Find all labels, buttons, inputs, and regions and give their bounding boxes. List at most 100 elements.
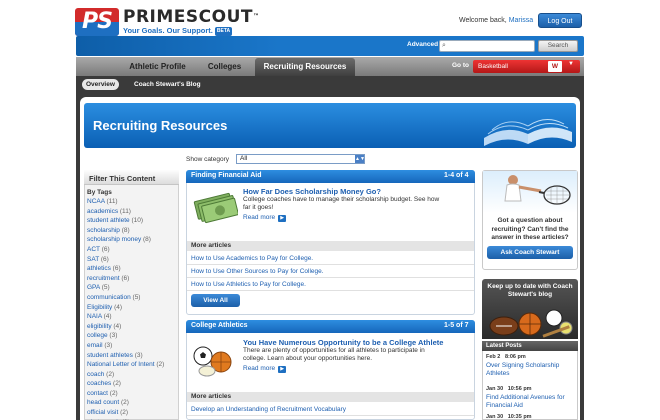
primescout-logo[interactable]: PS PRIMESCOUT™ Your Goals. Our Support. B… xyxy=(75,8,259,36)
select-arrows-icon[interactable]: ▲▼ xyxy=(355,155,365,163)
filter-tag[interactable]: NAIA (4) xyxy=(87,312,177,322)
filter-tag-count: (2) xyxy=(120,409,129,417)
subnav-overview[interactable]: Overview xyxy=(82,79,119,90)
article-link[interactable]: How to Use Other Sources to Pay for Coll… xyxy=(187,265,474,278)
filter-tag-count: (2) xyxy=(120,399,129,407)
search-input[interactable] xyxy=(439,40,535,52)
filter-tag-name[interactable]: Eligibility xyxy=(87,304,112,311)
filter-tag[interactable]: eligibility (4) xyxy=(87,322,177,332)
read-more-link[interactable]: Read more ▶ xyxy=(243,214,287,222)
category-select[interactable]: All xyxy=(236,154,365,164)
filter-tag-name[interactable]: ACT xyxy=(87,246,100,253)
tab-colleges[interactable]: Colleges xyxy=(199,58,250,76)
filter-tag[interactable]: email (3) xyxy=(87,341,177,351)
filter-tag[interactable]: NCAA (11) xyxy=(87,197,177,207)
post-date: Jan 30 10:56 pm xyxy=(486,386,532,392)
filter-tag-name[interactable]: student athletes xyxy=(87,352,133,359)
arrow-right-icon: ▶ xyxy=(278,215,287,222)
filter-title: Filter This Content xyxy=(89,174,156,183)
read-more-link[interactable]: Read more ▶ xyxy=(243,365,287,373)
filter-tag[interactable]: official visit (2) xyxy=(87,408,177,418)
filter-tag[interactable]: student athlete (10) xyxy=(87,216,177,226)
filter-tag-name[interactable]: coach xyxy=(87,371,104,378)
filter-tag[interactable]: coaches (2) xyxy=(87,379,177,389)
filter-tag-count: (2) xyxy=(113,380,121,388)
filter-tag[interactable]: college (3) xyxy=(87,331,177,341)
goto-label: Go to xyxy=(452,62,469,69)
filter-tag-count: (5) xyxy=(132,293,141,301)
search-button[interactable]: Search xyxy=(538,40,578,52)
filter-tag-count: (4) xyxy=(103,313,112,321)
filter-tag-name[interactable]: National Letter of Intent xyxy=(87,361,155,368)
filter-tag-count: (6) xyxy=(100,255,109,263)
logo-wordmark: PRIMESCOUT™ xyxy=(123,7,260,27)
filter-tag-name[interactable]: academics xyxy=(87,208,118,215)
filter-tag[interactable]: communication (5) xyxy=(87,293,177,303)
view-all-button[interactable]: View All xyxy=(191,294,240,307)
tab-athletic-profile[interactable]: Athletic Profile xyxy=(121,58,194,76)
filter-tag-name[interactable]: GPA xyxy=(87,284,100,291)
filter-tag-count: (6) xyxy=(101,245,110,253)
goto-sport-select[interactable]: Basketball xyxy=(473,60,580,73)
filter-tag-name[interactable]: communication xyxy=(87,294,131,301)
latest-posts-heading: Latest Posts xyxy=(482,341,578,351)
filter-tag[interactable]: SAT (6) xyxy=(87,255,177,265)
filter-tag[interactable]: scholarship (8) xyxy=(87,226,177,236)
filter-tag-name[interactable]: student athlete xyxy=(87,217,130,224)
filter-tag-name[interactable]: athletics xyxy=(87,265,111,272)
filter-tag-name[interactable]: SAT xyxy=(87,256,99,263)
filter-tag-count: (4) xyxy=(114,303,123,311)
filter-tag-count: (2) xyxy=(106,370,115,378)
arrow-right-icon: ▶ xyxy=(278,366,287,373)
filter-tag[interactable]: head count (2) xyxy=(87,398,177,408)
filter-tag-name[interactable]: recruitment xyxy=(87,275,120,282)
filter-tag[interactable]: coach (2) xyxy=(87,370,177,380)
filter-tag-count: (10) xyxy=(131,217,144,225)
article-link[interactable]: Develop an Understanding of Recruitment … xyxy=(187,403,474,416)
open-book-icon xyxy=(476,104,576,148)
filter-tag[interactable]: recruitment (6) xyxy=(87,274,177,284)
user-name[interactable]: Marissa xyxy=(509,17,534,24)
chevron-down-icon: ▼ xyxy=(568,61,574,67)
filter-tag[interactable]: GPA (5) xyxy=(87,283,177,293)
filter-tag[interactable]: athletics (6) xyxy=(87,264,177,274)
filter-tag[interactable]: ACT (6) xyxy=(87,245,177,255)
filter-tag[interactable]: student athletes (3) xyxy=(87,351,177,361)
filter-tag-name[interactable]: official visit xyxy=(87,409,118,416)
filter-tag[interactable]: Eligibility (4) xyxy=(87,303,177,313)
filter-tag-name[interactable]: email xyxy=(87,342,103,349)
filter-tag-name[interactable]: NAIA xyxy=(87,313,102,320)
subnav-coach-blog[interactable]: Coach Stewart's Blog xyxy=(134,79,201,90)
filter-tag-name[interactable]: scholarship money xyxy=(87,236,141,243)
filter-tag-name[interactable]: contact xyxy=(87,390,108,397)
advanced-search-link[interactable]: Advanced xyxy=(407,41,438,48)
blog-promo-text: Keep up to date with Coach Stewart's blo… xyxy=(487,283,573,298)
filter-tag-name[interactable]: college xyxy=(87,332,108,339)
filter-tag[interactable]: scholarship money (8) xyxy=(87,235,177,245)
logo-mark: PS xyxy=(75,8,119,36)
filter-tag[interactable]: academics (11) xyxy=(87,207,177,217)
logout-button[interactable]: Log Out xyxy=(538,13,582,28)
post-title-link[interactable]: Over Signing Scholarship Athletes xyxy=(486,362,574,378)
filter-tag-name[interactable]: coaches xyxy=(87,380,111,387)
filter-tag[interactable]: contact (2) xyxy=(87,389,177,399)
filter-tag[interactable]: National Letter of Intent (2) xyxy=(87,360,177,370)
filter-tag-name[interactable]: scholarship xyxy=(87,227,120,234)
article-link[interactable]: How to Use Athletics to Pay for College. xyxy=(187,278,474,291)
filter-tag-count: (4) xyxy=(113,322,122,330)
featured-article-title[interactable]: You Have Numerous Opportunity to be a Co… xyxy=(243,338,443,347)
ask-coach-button[interactable]: Ask Coach Stewart xyxy=(487,246,573,259)
sports-equipment-image xyxy=(486,302,574,338)
featured-article-desc: There are plenty of opportunities for al… xyxy=(243,347,425,362)
filter-tag-count: (6) xyxy=(121,274,130,282)
filter-tag-name[interactable]: head count xyxy=(87,399,119,406)
filter-tag-count: (8) xyxy=(121,226,130,234)
filter-tag-name[interactable]: eligibility xyxy=(87,323,112,330)
section-count: 1-5 of 7 xyxy=(444,322,469,329)
article-link[interactable]: How to Use Academics to Pay for College. xyxy=(187,252,474,265)
filter-tag-name[interactable]: NCAA xyxy=(87,198,105,205)
goto-gender-badge: W xyxy=(548,61,562,72)
post-title-link[interactable]: Find Additional Avenues for Financial Ai… xyxy=(486,394,574,410)
tab-recruiting-resources[interactable]: Recruiting Resources xyxy=(255,58,355,76)
featured-article-title[interactable]: How Far Does Scholarship Money Go? xyxy=(243,187,381,196)
